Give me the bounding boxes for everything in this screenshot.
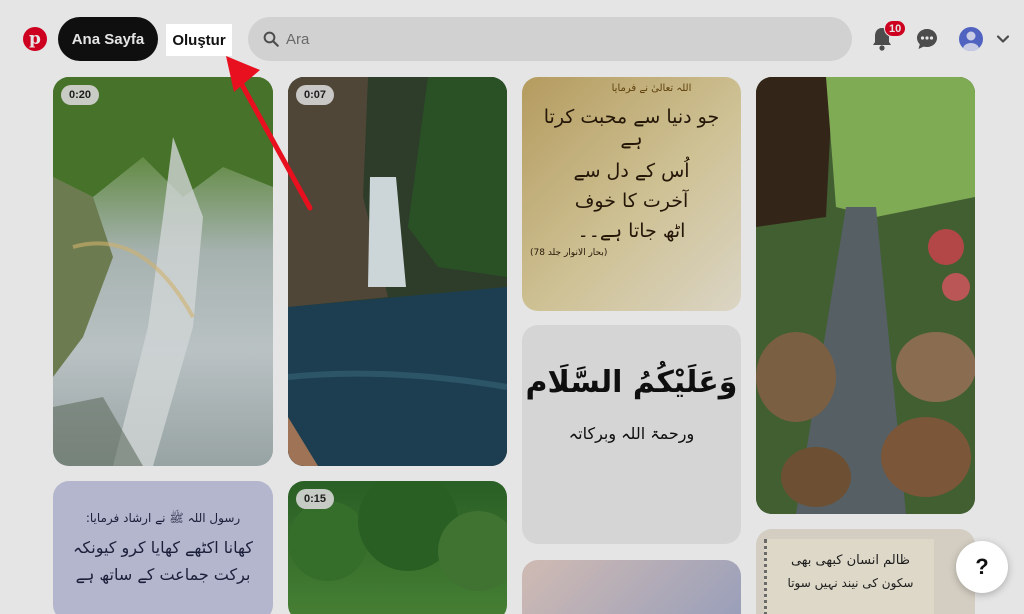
quote-line: اٹھ جاتا ہے۔۔ (577, 220, 686, 242)
garden-stream-image (756, 77, 975, 514)
quote-line: کھانا اکٹھے کھایا کرو کیونکہ (73, 538, 253, 557)
quote-line: جو دنیا سے محبت کرتا ہے (543, 106, 720, 150)
pin-urdu-quote-purple[interactable]: رسول اللہ ﷺ نے ارشاد فرمایا: کھانا اکٹھے… (53, 481, 273, 614)
pinterest-logo[interactable]: p (23, 27, 47, 51)
chevron-down-icon[interactable] (996, 32, 1010, 46)
video-duration-badge: 0:15 (296, 489, 335, 509)
annotation-arrow-icon (226, 56, 313, 211)
quote-line: ظالم انسان کبھی بھی (790, 553, 911, 568)
gorge-image (288, 77, 507, 466)
pin-urdu-quote-gold[interactable]: اللہ تعالیٰ نے فرمایا جو دنیا سے محبت کر… (522, 77, 741, 311)
quote-line: برکت جماعت کے ساتھ ہے (75, 565, 251, 584)
search-placeholder: Ara (286, 30, 310, 48)
top-nav-bar: p Ana Sayfa Oluştur Ara 10 (0, 0, 1024, 78)
salam-subtext: ورحمۃ اللہ وبرکاتہ (568, 424, 695, 443)
pin-notebook-quote[interactable]: ظالم انسان کبھی بھی سکون کی نیند نہیں سو… (756, 529, 975, 614)
quote-line: آخرت کا خوف (574, 190, 689, 212)
pin-forest-video[interactable]: 0:15 (288, 481, 507, 614)
nav-home-button[interactable]: Ana Sayfa (58, 17, 158, 61)
help-button[interactable]: ? (956, 541, 1008, 593)
quote-line: اُس کے دل سے (573, 160, 690, 182)
user-avatar[interactable] (959, 27, 983, 51)
search-bar[interactable]: Ara (248, 17, 852, 61)
pin-garden-stream[interactable] (756, 77, 975, 514)
quote-source: (بحار الانوار جلد 78) (530, 248, 608, 258)
pin-gorge-video[interactable]: 0:07 (288, 77, 507, 466)
search-icon (263, 31, 279, 47)
video-duration-badge: 0:20 (61, 85, 100, 105)
messages-icon[interactable] (915, 27, 939, 51)
quote-line: رسول اللہ ﷺ نے ارشاد فرمایا: (85, 511, 241, 525)
quote-line: سکون کی نیند نہیں سوتا (787, 576, 914, 590)
salam-text: وَعَلَيْكُمُ السَّلَام (525, 365, 738, 400)
notification-count-badge: 10 (884, 20, 907, 37)
pin-salam-calligraphy[interactable]: وَعَلَيْكُمُ السَّلَام ورحمۃ اللہ وبرکات… (522, 325, 741, 544)
pin-calligraphy-card[interactable] (522, 560, 741, 614)
quote-heading: اللہ تعالیٰ نے فرمایا (611, 83, 692, 94)
